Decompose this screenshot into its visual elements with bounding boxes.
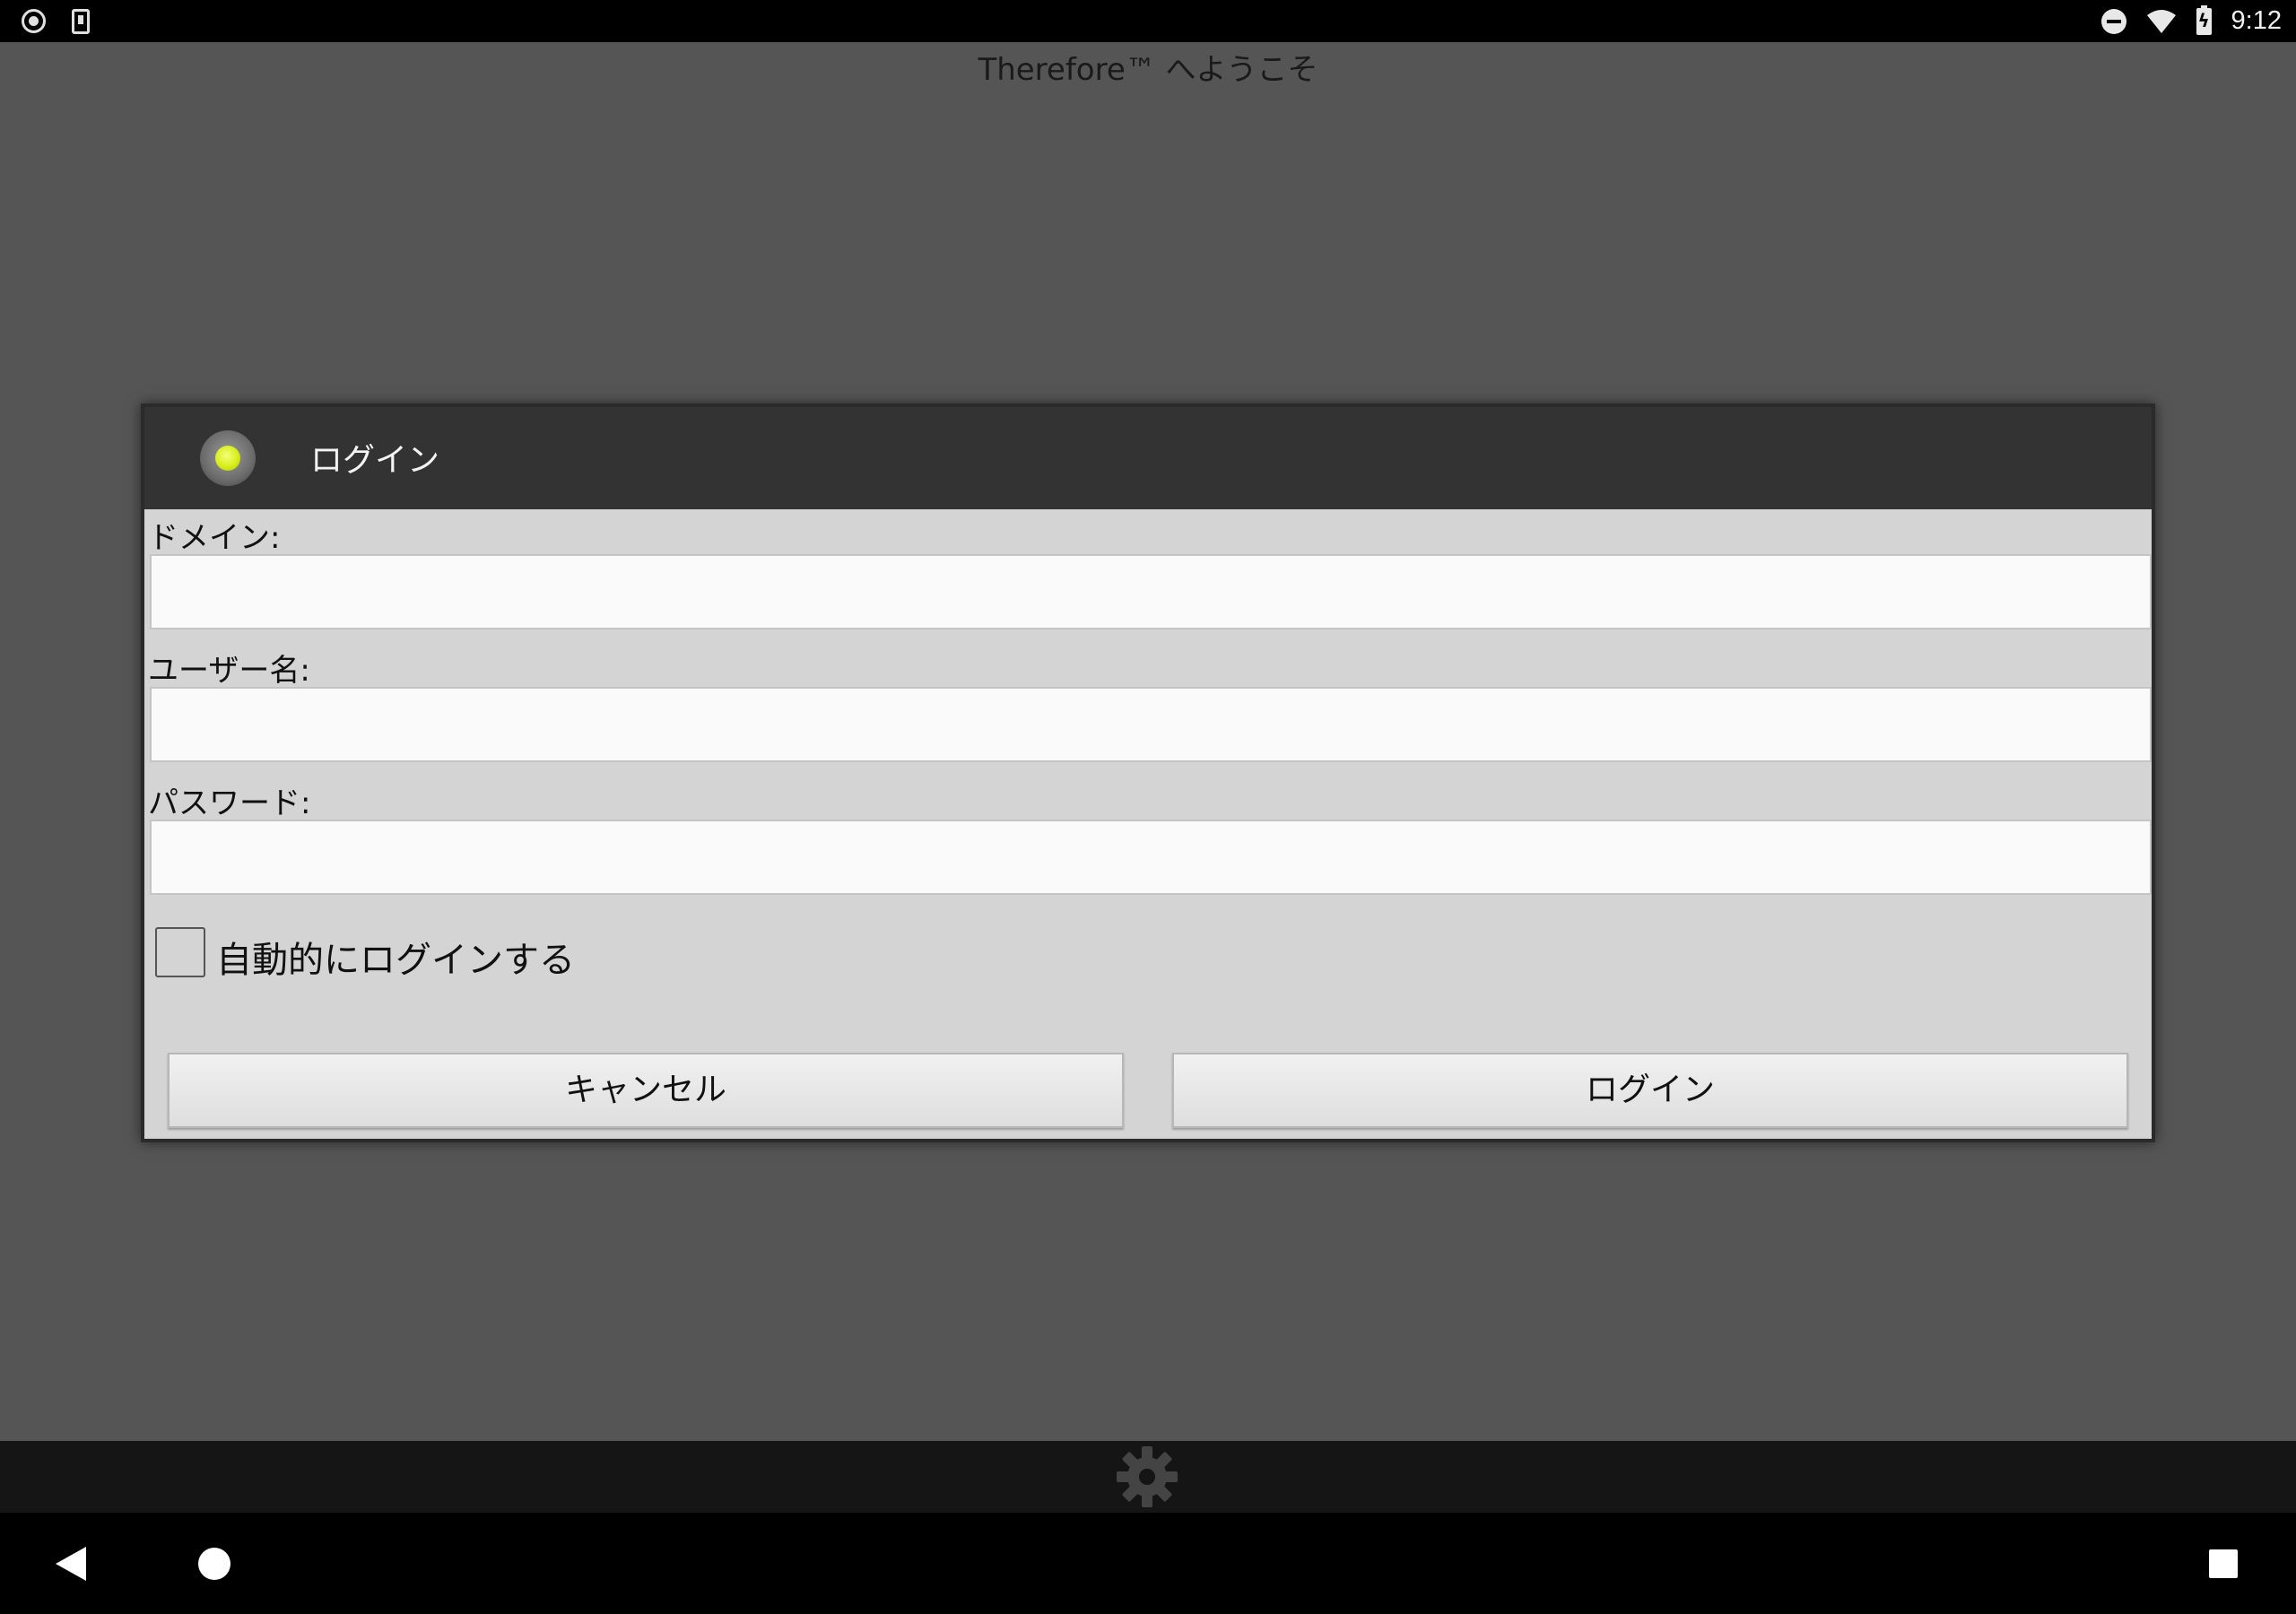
- record-icon: [22, 9, 46, 33]
- back-icon[interactable]: [56, 1547, 86, 1581]
- domain-input[interactable]: [150, 554, 2152, 629]
- clock: 9:12: [2231, 6, 2282, 35]
- dialog-title: ログイン: [310, 442, 440, 479]
- home-icon[interactable]: [198, 1548, 230, 1580]
- username-input[interactable]: [150, 687, 2152, 762]
- password-input[interactable]: [150, 820, 2152, 895]
- app-title: Therefore™ へようこそ: [978, 52, 1318, 88]
- username-label: ユーザー名:: [148, 653, 310, 689]
- download-icon: [72, 9, 90, 34]
- battery-charging-icon: [2196, 4, 2212, 35]
- login-dialog: ログイン ドメイン: ユーザー名: パスワード: 自動的にログインする キャンセ…: [141, 404, 2155, 1142]
- gear-icon[interactable]: [1114, 1444, 1180, 1510]
- password-label: パスワード:: [148, 785, 311, 821]
- domain-label: ドメイン:: [148, 520, 281, 556]
- status-icons: 9:12: [2100, 0, 2282, 42]
- cancel-button[interactable]: キャンセル: [168, 1053, 1124, 1128]
- wifi-icon: [2146, 9, 2177, 34]
- recents-icon[interactable]: [2209, 1549, 2238, 1578]
- status-bar: 9:12: [0, 0, 2296, 42]
- auto-login-label[interactable]: 自動的にログインする: [216, 931, 575, 983]
- navigation-bar: [0, 1513, 2296, 1614]
- auto-login-checkbox[interactable]: [155, 927, 205, 977]
- dialog-header: ログイン: [144, 407, 2152, 509]
- status-led-icon: [200, 430, 256, 486]
- dnd-icon: [2100, 8, 2126, 34]
- login-button[interactable]: ログイン: [1172, 1053, 2128, 1128]
